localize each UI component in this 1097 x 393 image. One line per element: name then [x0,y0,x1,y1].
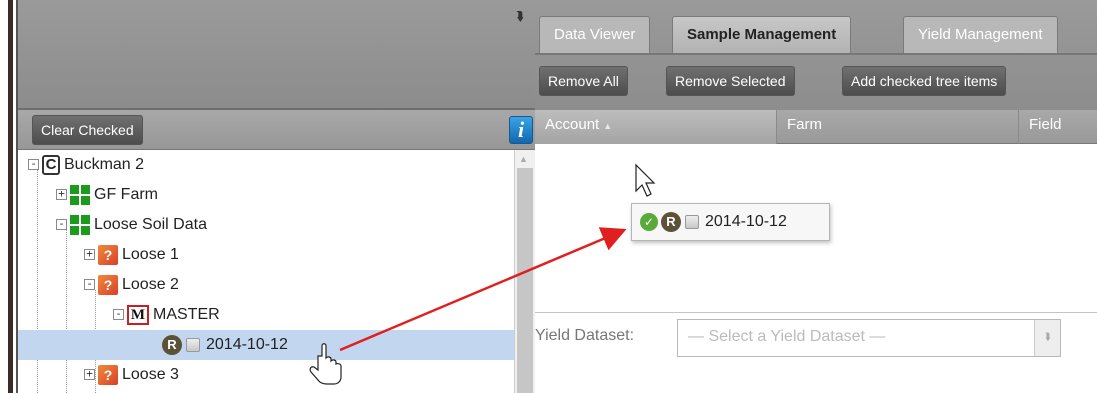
remove-all-button[interactable]: Remove All [539,66,628,96]
unknown-field-icon: ? [98,364,118,385]
app-window: ⮯ Clear Checked i - C Buckman 2 + GF Farm -… [0,0,1097,393]
tree-panel: ⮯ Clear Checked i - C Buckman 2 + GF Farm -… [18,0,535,393]
remove-selected-button[interactable]: Remove Selected [666,66,795,96]
info-icon[interactable]: i [509,116,533,144]
tab-yield-management[interactable]: Yield Management [903,16,1058,54]
yield-dataset-row: Yield Dataset: — Select a Yield Dataset … [535,312,1097,393]
tab-strip-divider [535,53,1097,55]
tree-node-loose-2[interactable]: -? Loose 2 [84,270,179,300]
double-chevron-down-icon[interactable]: ⮯ [510,6,530,26]
column-account[interactable]: Account ▲ [535,110,777,144]
tree-node-label: 2014-10-12 [206,336,288,353]
tree-node-buckman-2[interactable]: - C Buckman 2 [28,150,144,180]
scrollbar-thumb[interactable] [517,168,533,393]
tab-data-viewer[interactable]: Data Viewer [539,16,651,54]
unknown-field-icon: ? [98,274,118,295]
collapse-toggle-icon[interactable]: - [56,218,67,231]
master-icon: M [127,304,149,325]
drag-item-label: 2014-10-12 [705,213,787,230]
client-icon: C [42,154,60,175]
tree-node-label: Loose 2 [122,276,179,293]
tree-node-master[interactable]: - M MASTER [113,300,220,330]
farm-icon [70,184,90,205]
yield-dataset-label: Yield Dataset: [535,327,635,344]
sort-ascending-icon: ▲ [603,121,613,131]
tree-node-label: Buckman 2 [64,156,145,173]
drag-ghost-item: ✓ R 2014-10-12 [631,203,830,241]
yield-dataset-select[interactable]: — Select a Yield Dataset — ⮯ [677,319,1061,357]
tree-node-gf-farm[interactable]: + GF Farm [56,180,158,210]
tab-sample-management[interactable]: Sample Management [672,16,852,54]
column-farm[interactable]: Farm [777,110,1019,144]
tree-toolbar: Clear Checked i [18,110,535,150]
sample-r-icon: R [661,211,681,232]
tree-guide-line [66,230,67,393]
column-label: Field [1029,116,1062,133]
check-circle-icon: ✓ [640,212,658,231]
tree-node-label: MASTER [153,306,220,323]
collapse-toggle-icon[interactable]: - [113,308,124,321]
unknown-field-icon: ? [98,244,118,265]
window-edge [8,0,13,393]
tree-view: - C Buckman 2 + GF Farm - Loose Soil Data +?… [18,150,514,393]
tree-node-2014-10-12[interactable]: R 2014-10-12 [18,330,514,360]
column-field[interactable]: Field [1019,110,1097,144]
expand-toggle-icon[interactable]: + [84,248,95,261]
column-label: Account [545,116,600,133]
collapse-toggle-icon[interactable]: - [84,278,95,291]
tree-node-label: Loose 1 [122,246,179,263]
content-header: Data Viewer Sample Management Yield Mana… [535,0,1097,110]
tree-scrollbar[interactable]: ▲ [514,150,535,393]
collapse-toggle-icon[interactable]: - [28,158,39,171]
grid-header: Account ▲ Farm Field [535,110,1097,144]
farm-icon [70,214,90,235]
content-panel: Data Viewer Sample Management Yield Mana… [535,0,1097,393]
tree-panel-header: ⮯ [18,0,535,110]
expand-toggle-icon[interactable]: + [56,188,67,201]
column-label: Farm [787,116,822,133]
tree-node-loose-1[interactable]: +? Loose 1 [84,240,179,270]
expand-toggle-icon[interactable]: + [84,368,95,381]
yield-dataset-placeholder: — Select a Yield Dataset — [688,328,886,345]
tree-node-loose-3[interactable]: +? Loose 3 [84,360,179,390]
tree-node-label: Loose 3 [122,366,179,383]
add-checked-tree-items-button[interactable]: Add checked tree items [842,66,1007,96]
chevron-down-icon[interactable]: ⮯ [1034,320,1060,356]
tree-node-label: Loose Soil Data [94,216,207,233]
tree-node-loose-soil-data[interactable]: - Loose Soil Data [56,210,207,240]
sample-r-icon: R [162,334,182,355]
drag-checkbox [685,214,699,229]
tree-node-label: GF Farm [94,186,158,203]
tree-node-checkbox[interactable] [186,337,200,352]
scroll-up-icon[interactable]: ▲ [519,154,528,164]
clear-checked-button[interactable]: Clear Checked [32,115,143,145]
